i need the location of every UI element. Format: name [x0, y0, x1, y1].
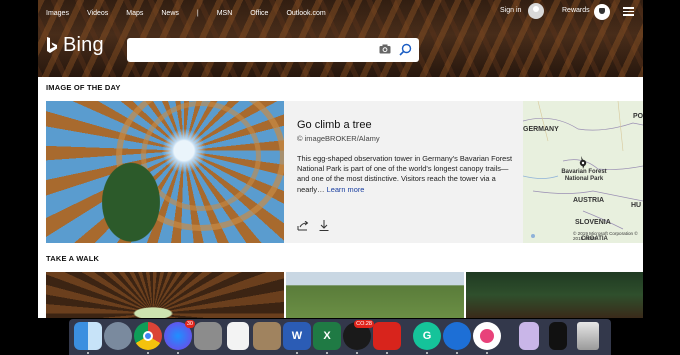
bing-logo[interactable]: Bing	[46, 34, 104, 57]
nav-maps[interactable]: Maps	[126, 10, 143, 17]
search-input[interactable]	[127, 38, 419, 62]
trash-icon[interactable]	[577, 322, 599, 350]
nav-separator: |	[196, 9, 199, 17]
iotd-title[interactable]: Go climb a tree	[297, 119, 372, 131]
acrobat-icon[interactable]	[373, 322, 401, 350]
map-label-po: PO	[633, 113, 643, 120]
messenger-icon[interactable]: 30	[164, 320, 195, 350]
learn-more-link[interactable]: Learn more	[327, 185, 365, 194]
top-nav: Images Videos Maps News | MSN Office Out…	[46, 7, 344, 19]
nav-news[interactable]: News	[161, 10, 179, 17]
notes-icon[interactable]	[227, 322, 249, 350]
excel-running-dot	[326, 352, 328, 354]
map-label-park: Bavarian Forest National Park	[561, 169, 607, 182]
nav-outlook[interactable]: Outlook.com	[286, 10, 325, 17]
nav-images[interactable]: Images	[46, 10, 69, 17]
word-running-dot	[296, 352, 298, 354]
camera-icon[interactable]	[379, 44, 391, 54]
bing-logo-icon	[47, 36, 57, 53]
edge-running-dot	[456, 352, 458, 354]
notebook-icon[interactable]	[253, 322, 281, 350]
rewards-link[interactable]: Rewards	[562, 7, 590, 14]
grammarly-icon[interactable]: G	[413, 322, 441, 350]
acrobat-running-dot	[386, 352, 388, 354]
system-preferences-icon[interactable]	[194, 322, 222, 350]
word-icon[interactable]: W	[283, 322, 311, 350]
header-hero: Images Videos Maps News | MSN Office Out…	[38, 0, 643, 77]
game-running-dot	[356, 352, 358, 354]
macos-dock: 30 W X CO.28 G	[69, 319, 611, 355]
grammarly-running-dot	[426, 352, 428, 354]
nav-office[interactable]: Office	[250, 10, 268, 17]
tree-shape	[86, 141, 176, 243]
word-letter: W	[291, 330, 303, 342]
image-of-the-day-photo[interactable]	[46, 101, 284, 243]
rewards-trophy-icon[interactable]	[594, 4, 610, 20]
preview-icon[interactable]	[519, 322, 539, 350]
grammarly-letter: G	[422, 330, 432, 342]
excel-letter: X	[323, 330, 331, 342]
itunes-running-dot	[486, 352, 488, 354]
messenger-running-dot	[177, 352, 179, 354]
excel-icon[interactable]: X	[313, 322, 341, 350]
hamburger-menu-icon[interactable]	[623, 7, 634, 16]
search-icon[interactable]	[399, 43, 412, 56]
terminal-icon[interactable]	[549, 322, 567, 350]
location-map[interactable]: GERMANY PO Bavarian Forest National Park…	[523, 101, 643, 243]
sign-in-link[interactable]: Sign in	[500, 7, 521, 14]
share-icon[interactable]	[297, 221, 309, 231]
chrome-running-dot	[147, 352, 149, 354]
walk-tile-1[interactable]	[46, 272, 284, 318]
browser-viewport: Images Videos Maps News | MSN Office Out…	[38, 0, 643, 318]
map-label-hu: HU	[631, 202, 642, 209]
nav-msn[interactable]: MSN	[217, 10, 233, 17]
walk-tile-2[interactable]	[286, 272, 464, 318]
game-icon[interactable]: CO.28	[343, 320, 374, 350]
launchpad-icon[interactable]	[104, 322, 132, 350]
itunes-note	[480, 329, 494, 343]
download-icon[interactable]	[319, 220, 329, 231]
image-of-the-day-heading: IMAGE OF THE DAY	[46, 83, 121, 92]
walk-tile-3[interactable]	[466, 272, 643, 318]
edge-icon[interactable]	[443, 322, 471, 350]
map-label-austria: AUSTRIA	[573, 197, 605, 204]
map-label-slovenia: SLOVENIA	[575, 219, 611, 226]
map-copyright: © 2019 Microsoft Corporation © 2018 HERE	[573, 231, 638, 241]
chrome-center	[143, 331, 153, 341]
game-badge: CO.28	[354, 320, 374, 328]
finder-running-dot	[87, 352, 89, 354]
itunes-icon[interactable]	[473, 322, 501, 350]
avatar[interactable]	[528, 3, 544, 19]
iotd-credit: © imageBROKER/Alamy	[297, 134, 380, 143]
image-of-the-day-card: Go climb a tree © imageBROKER/Alamy This…	[284, 101, 523, 243]
chrome-icon[interactable]	[134, 322, 162, 350]
take-a-walk-heading: TAKE A WALK	[46, 254, 100, 263]
iotd-description: This egg-shaped observation tower in Ger…	[297, 154, 515, 195]
map-label-germany: GERMANY	[523, 126, 559, 133]
finder-icon[interactable]	[74, 322, 102, 350]
bing-logo-text: Bing	[63, 34, 104, 56]
nav-videos[interactable]: Videos	[87, 10, 108, 17]
